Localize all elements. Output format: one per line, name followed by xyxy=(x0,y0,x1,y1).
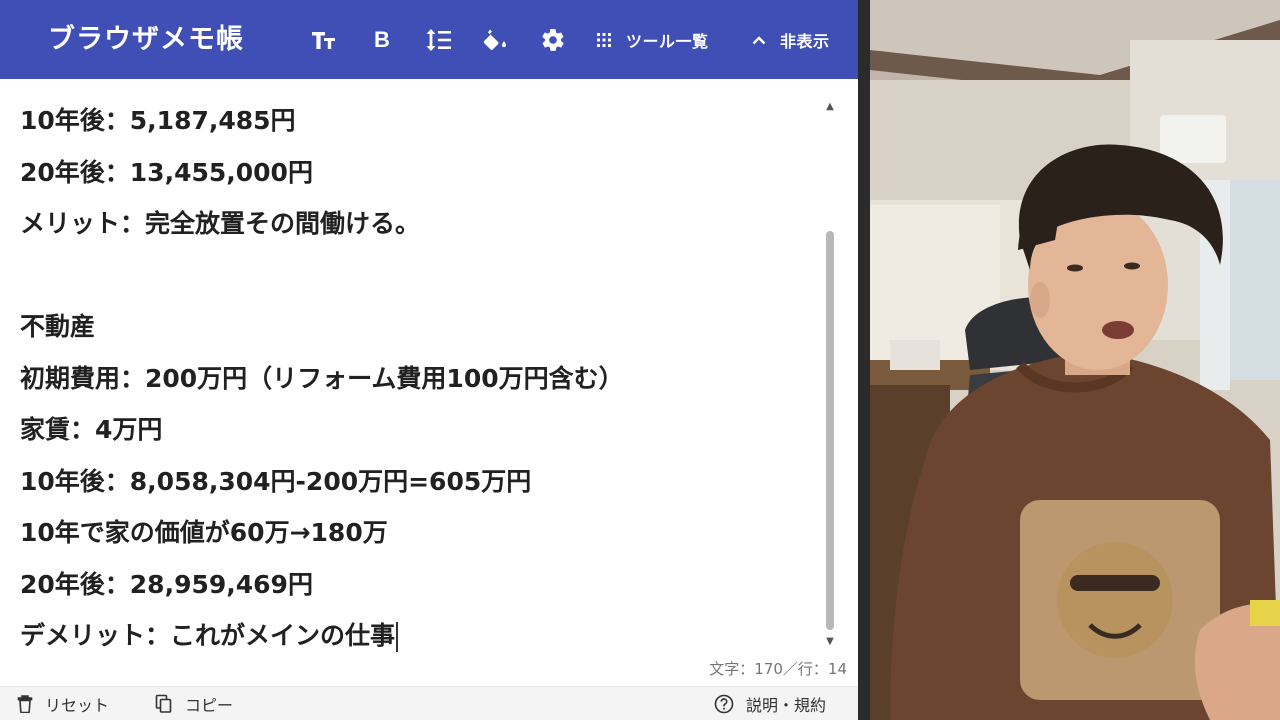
line-spacing-icon xyxy=(426,29,451,51)
hide-toolbar-button[interactable]: 非表示 xyxy=(752,20,848,60)
gear-icon xyxy=(542,29,564,51)
app-header: ブラウザメモ帳 B ツール一覧 非表示 xyxy=(0,0,858,79)
panel-divider xyxy=(858,0,870,720)
memo-line: 20年後：13,455,000円 xyxy=(20,157,313,187)
help-label: 説明・規約 xyxy=(746,696,827,715)
trash-icon xyxy=(17,695,33,713)
scrollbar-thumb[interactable] xyxy=(826,231,834,630)
memo-line: 10年後：5,187,485円 xyxy=(20,106,296,135)
notepad-app: ブラウザメモ帳 B ツール一覧 非表示 10年後：5,187,485円 20年後… xyxy=(0,0,858,720)
memo-line: 家賃：4万円 xyxy=(20,415,163,444)
text-size-icon xyxy=(312,32,335,49)
scroll-down-arrow[interactable]: ▼ xyxy=(823,635,837,649)
copy-button[interactable]: コピー xyxy=(155,687,233,720)
tool-list-label: ツール一覧 xyxy=(626,32,709,51)
fill-color-button[interactable] xyxy=(478,20,514,60)
copy-label: コピー xyxy=(185,696,234,715)
memo-line: 初期費用：200万円（リフォーム費用100万円含む） xyxy=(20,363,624,393)
help-circle-icon xyxy=(714,694,734,714)
memo-line: 20年後：28,959,469円 xyxy=(20,569,313,599)
webcam-image xyxy=(870,0,1280,720)
memo-line-last: デメリット：これがメインの仕事 xyxy=(20,616,822,668)
copy-icon xyxy=(155,694,172,713)
line-spacing-button[interactable] xyxy=(421,20,457,60)
memo-line: 10年後：8,058,304円-200万円=605万円 xyxy=(20,466,532,496)
bold-button[interactable]: B xyxy=(364,20,400,60)
footer-bar: リセット コピー 説明・規約 xyxy=(0,686,858,720)
memo-line: 10年で家の価値が60万→180万 xyxy=(20,518,388,547)
memo-textarea[interactable]: 10年後：5,187,485円 20年後：13,455,000円 メリット：完全… xyxy=(0,79,822,685)
memo-line: メリット：完全放置その間働ける。 xyxy=(20,209,421,238)
reset-button[interactable]: リセット xyxy=(17,687,109,720)
reset-label: リセット xyxy=(45,696,110,715)
tool-list-button[interactable]: ツール一覧 xyxy=(596,20,726,60)
chevron-up-icon xyxy=(752,36,766,45)
memo-line xyxy=(20,256,822,308)
memo-line: 不動産 xyxy=(20,312,96,341)
settings-button[interactable] xyxy=(535,20,571,60)
app-title: ブラウザメモ帳 xyxy=(48,24,244,55)
memo-line-text: デメリット：これがメインの仕事 xyxy=(20,621,396,650)
help-terms-button[interactable]: 説明・規約 xyxy=(714,687,826,720)
character-line-counter: 文字：170／行：14 xyxy=(709,660,847,678)
hide-label: 非表示 xyxy=(780,32,830,51)
paint-bucket-icon xyxy=(483,29,506,50)
text-caret xyxy=(396,622,398,652)
text-size-button[interactable] xyxy=(306,20,342,60)
scroll-up-arrow[interactable]: ▲ xyxy=(823,100,837,114)
webcam-feed xyxy=(870,0,1280,720)
grid-dots-icon xyxy=(597,33,611,47)
